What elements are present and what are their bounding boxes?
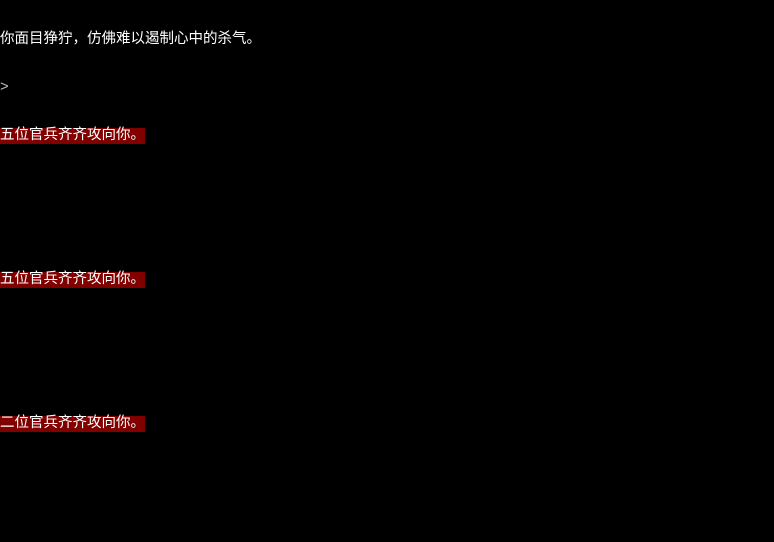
narration-line: 你面目狰狞，仿佛难以遏制心中的杀气。 xyxy=(0,32,261,48)
prompt: > xyxy=(0,80,9,96)
enemy-attack-5: 五位官兵齐齐攻向你。 xyxy=(0,272,145,288)
enemy-attack-2: 二位官兵齐齐攻向你。 xyxy=(0,416,145,432)
enemy-attack-5: 五位官兵齐齐攻向你。 xyxy=(0,128,145,144)
terminal-output[interactable]: 你面目狰狞，仿佛难以遏制心中的杀气。 > 五位官兵齐齐攻向你。 五位官兵齐齐攻向… xyxy=(0,0,774,542)
